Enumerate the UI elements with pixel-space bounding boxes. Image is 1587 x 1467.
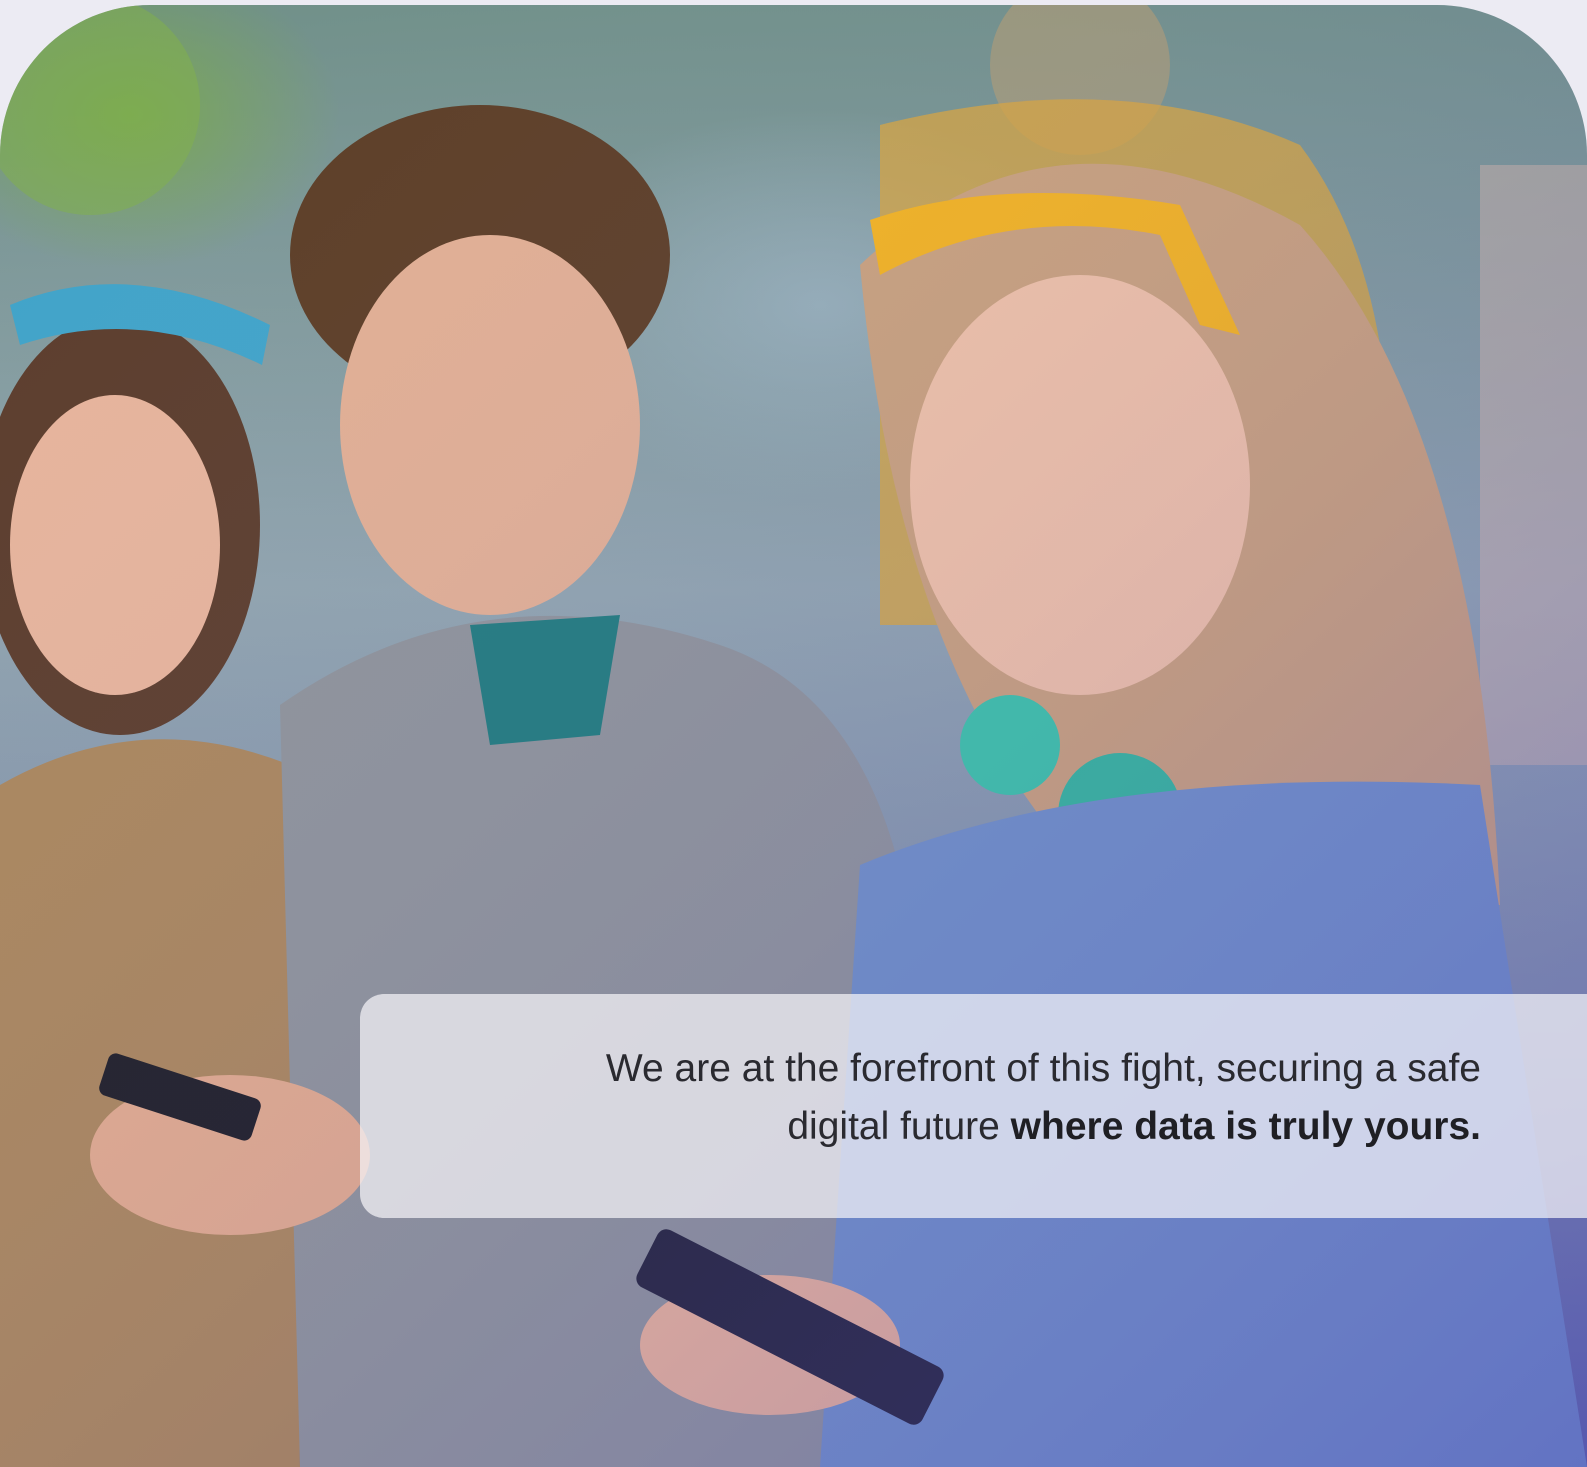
caption-panel: We are at the forefront of this fight, s… [360, 994, 1587, 1218]
caption-text: We are at the forefront of this fight, s… [420, 1040, 1481, 1156]
caption-line-2-bold: where data is truly yours. [1010, 1105, 1481, 1148]
page: We are at the forefront of this fight, s… [0, 0, 1587, 1467]
photo-illustration [0, 5, 1587, 1467]
hero-photo [0, 5, 1587, 1467]
caption-line-2-regular: digital future [787, 1105, 1011, 1148]
caption-line-1: We are at the forefront of this fight, s… [605, 1047, 1481, 1090]
color-tint-overlay [0, 5, 1587, 1467]
